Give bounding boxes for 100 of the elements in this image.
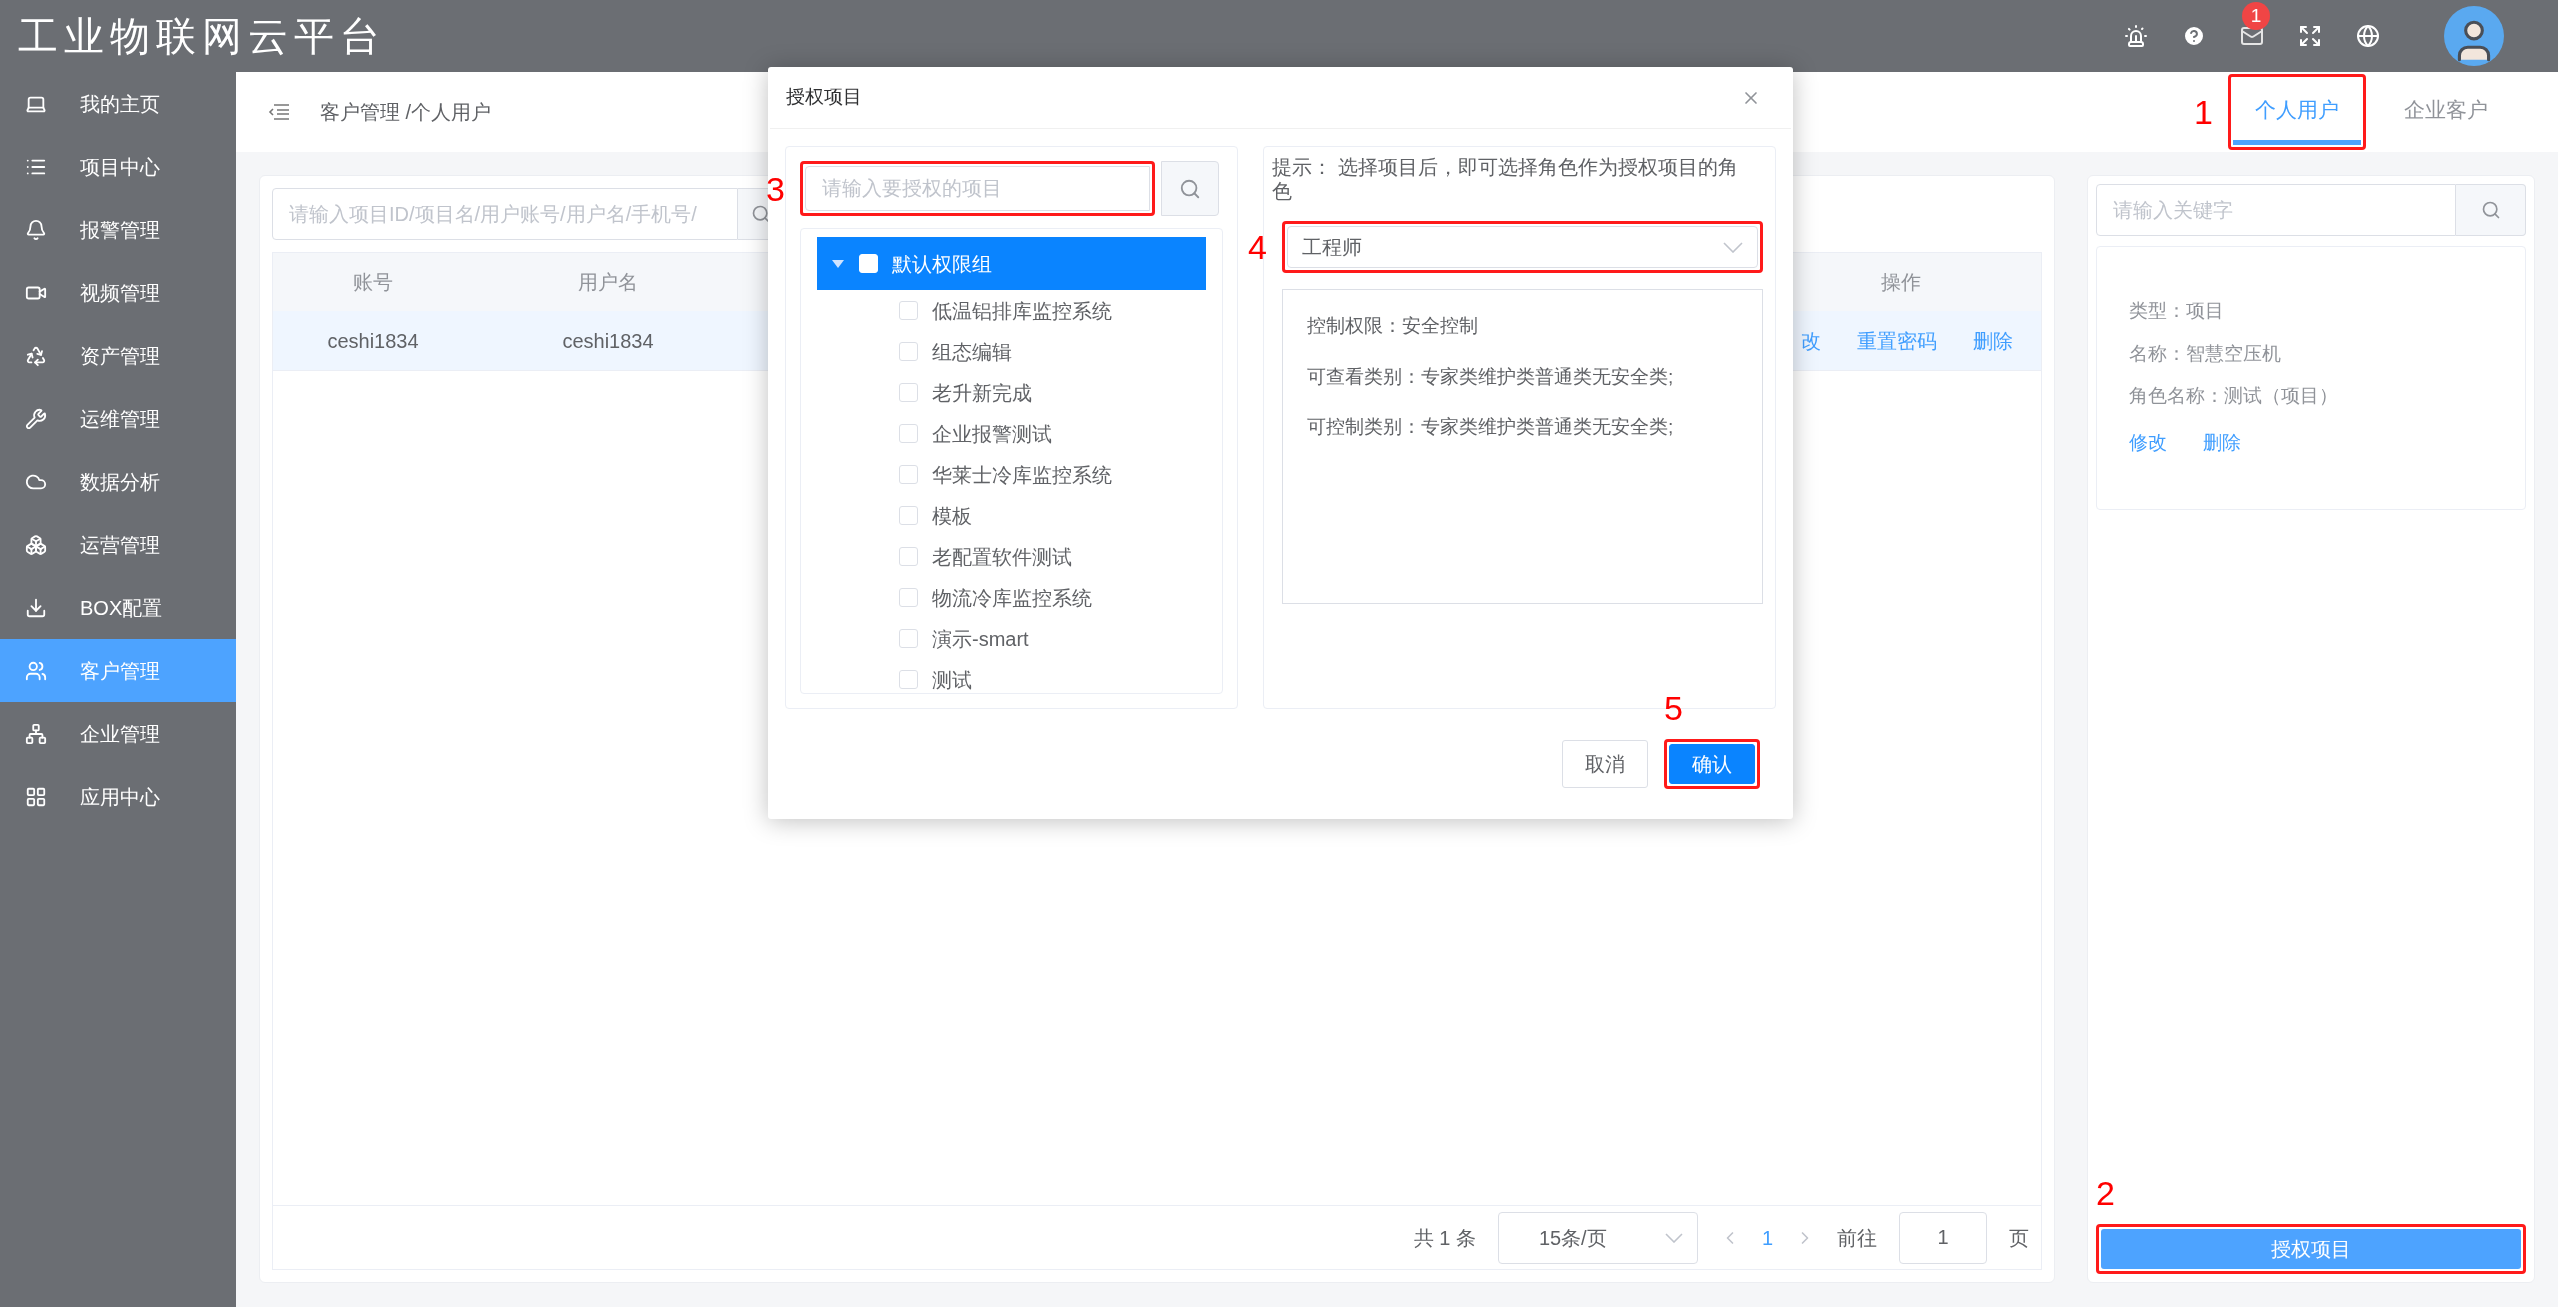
checkbox[interactable] xyxy=(899,547,918,566)
search-icon xyxy=(1179,177,1201,200)
tree-node-label: 组态编辑 xyxy=(932,339,1012,365)
cancel-button[interactable]: 取消 xyxy=(1562,740,1648,788)
checkbox[interactable] xyxy=(899,506,918,525)
action-link[interactable]: 删除 xyxy=(1973,325,2013,356)
tab[interactable]: 企业客户 xyxy=(2382,79,2510,145)
tree-node-label: 华莱士冷库监控系统 xyxy=(932,462,1112,488)
sidebar-item[interactable]: 视频管理 xyxy=(0,261,236,324)
checkbox[interactable] xyxy=(899,301,918,320)
sidebar-item[interactable]: 客户管理 xyxy=(0,639,236,702)
action-link[interactable]: 改 xyxy=(1801,325,1821,356)
checkbox[interactable] xyxy=(899,588,918,607)
action-link[interactable]: 删除 xyxy=(2203,428,2241,457)
search-field[interactable]: 请输入项目ID/项目名/用户账号/用户名/手机号/ xyxy=(272,188,738,240)
tree-node[interactable]: 物流冷库监控系统 xyxy=(817,577,1206,618)
checkbox[interactable] xyxy=(899,670,918,689)
sidebar-item[interactable]: 企业管理 xyxy=(0,702,236,765)
authorize-project-button[interactable]: 授权项目 xyxy=(2101,1229,2521,1269)
detail-text: 名称：智慧空压机 xyxy=(2129,341,2282,366)
app-title: 工业物联网云平台 xyxy=(18,12,386,61)
column-header: 用户名 xyxy=(578,271,638,293)
action-link[interactable]: 重置密码 xyxy=(1857,325,1937,356)
tree-node-label: 模板 xyxy=(932,503,972,529)
page-number[interactable]: 1 xyxy=(1761,1222,1773,1253)
wrench-icon xyxy=(25,407,47,430)
tree-node[interactable]: 组态编辑 xyxy=(817,331,1206,372)
page-size-select[interactable]: 15条/页 xyxy=(1497,1211,1698,1264)
role-info-text: 可查看类别：专家类维护类普通类无安全类; xyxy=(1307,364,1675,389)
goto-label: 前往 xyxy=(1837,1225,1877,1251)
tree-node[interactable]: 老配置软件测试 xyxy=(817,536,1206,577)
tree-node[interactable]: 低温铝排库监控系统 xyxy=(817,290,1206,331)
action-link[interactable]: 修改 xyxy=(2129,428,2167,457)
checkbox[interactable] xyxy=(899,342,918,361)
tree-node-label: 老配置软件测试 xyxy=(932,544,1072,570)
globe-icon[interactable] xyxy=(2356,24,2380,48)
tree-node[interactable]: 老升新完成 xyxy=(817,372,1206,413)
sidebar-item[interactable]: 我的主页 xyxy=(0,72,236,135)
mail-icon[interactable] xyxy=(2240,24,2264,48)
fullscreen-icon[interactable] xyxy=(2298,24,2322,48)
tree-node[interactable]: 企业报警测试 xyxy=(817,413,1206,454)
role-select[interactable]: 工程师 xyxy=(1287,226,1758,268)
annotation-number: 3 xyxy=(766,171,785,206)
sidebar-item[interactable]: 运维管理 xyxy=(0,387,236,450)
role-info-text: 控制权限：安全控制 xyxy=(1307,314,1479,338)
search-icon xyxy=(750,204,771,224)
chevron-down-icon xyxy=(1723,241,1743,253)
tree-node-label: 企业报警测试 xyxy=(932,421,1052,447)
help-icon[interactable] xyxy=(2182,24,2206,48)
alarm-light-icon[interactable] xyxy=(2124,24,2148,48)
hierarchy-icon xyxy=(25,722,47,745)
tree-node-label: 默认权限组 xyxy=(892,251,992,277)
notification-badge: 1 xyxy=(2242,2,2270,30)
role-info-text: 可控制类别：专家类维护类普通类无安全类; xyxy=(1307,415,1675,439)
column-header: 账号 xyxy=(353,271,393,293)
sidebar-item[interactable]: 资产管理 xyxy=(0,324,236,387)
tree-node-label: 演示-smart xyxy=(932,626,1029,652)
tree-node[interactable]: 模板 xyxy=(817,495,1206,536)
tree-node-label: 物流冷库监控系统 xyxy=(932,585,1092,611)
tree-node-label: 低温铝排库监控系统 xyxy=(932,298,1112,324)
search-button[interactable] xyxy=(2456,184,2526,236)
tree-node[interactable]: 华莱士冷库监控系统 xyxy=(817,454,1206,495)
checkbox[interactable] xyxy=(899,465,918,484)
tab[interactable]: 个人用户 xyxy=(2233,79,2361,145)
hint-text: 提示： 选择项目后，即可选择角色作为授权项目的角色 xyxy=(1272,155,1739,203)
page-suffix: 页 xyxy=(2009,1225,2029,1251)
breadcrumb: 客户管理 /个人用户 xyxy=(320,100,492,125)
annotation-number: 5 xyxy=(1664,691,1683,725)
sidebar-item[interactable]: 报警管理 xyxy=(0,198,236,261)
menu-collapse-icon[interactable] xyxy=(268,103,290,121)
dialog-title: 授权项目 xyxy=(786,85,862,110)
annotation-number: 1 xyxy=(2194,95,2213,129)
checkbox[interactable] xyxy=(899,383,918,402)
grid-icon xyxy=(25,785,47,808)
sidebar-item[interactable]: 项目中心 xyxy=(0,135,236,198)
boxes-icon xyxy=(25,533,47,556)
sidebar-item[interactable]: 数据分析 xyxy=(0,450,236,513)
chevron-down-icon xyxy=(1664,1232,1683,1243)
total-count: 共 1 条 xyxy=(1413,1225,1476,1251)
annotation-number: 4 xyxy=(1248,230,1267,264)
confirm-button[interactable]: 确认 xyxy=(1669,744,1755,784)
caret-icon[interactable] xyxy=(831,258,845,269)
column-header: 操作 xyxy=(1881,271,1921,293)
page-input[interactable]: 1 xyxy=(1899,1211,1987,1264)
recycle-icon xyxy=(25,344,47,367)
project-search-field[interactable]: 请输入要授权的项目 xyxy=(805,166,1150,211)
tree-node[interactable]: 测试 xyxy=(817,659,1206,693)
detail-text: 类型：项目 xyxy=(2129,299,2225,323)
sidebar-item[interactable]: BOX配置 xyxy=(0,576,236,639)
tree-node[interactable]: 默认权限组 xyxy=(817,237,1206,290)
tree-node[interactable]: 演示-smart xyxy=(817,618,1206,659)
checkbox[interactable] xyxy=(899,424,918,443)
search-icon xyxy=(2480,200,2501,220)
tree-node-label: 老升新完成 xyxy=(932,380,1032,406)
keyword-search-field[interactable]: 请输入关键字 xyxy=(2096,184,2456,236)
sidebar-item[interactable]: 应用中心 xyxy=(0,765,236,828)
checkbox[interactable] xyxy=(899,629,918,648)
user-avatar[interactable] xyxy=(2444,6,2504,66)
sidebar-item[interactable]: 运营管理 xyxy=(0,513,236,576)
search-button[interactable] xyxy=(1161,161,1219,216)
